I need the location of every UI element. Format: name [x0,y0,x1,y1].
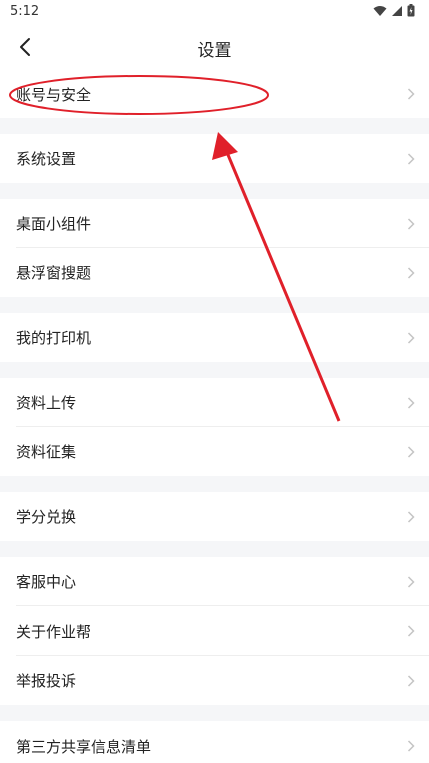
menu-item-label: 系统设置 [16,150,77,168]
menu-item-upload-materials[interactable]: 资料上传 [0,378,429,427]
menu-item-label: 学分兑换 [16,508,77,526]
menu-item-desktop-widget[interactable]: 桌面小组件 [0,199,429,248]
menu-item-label: 资料上传 [16,394,77,412]
chevron-right-icon [407,510,415,523]
chevron-right-icon [407,625,415,637]
chevron-right-icon [407,266,415,279]
chevron-right-icon [407,217,415,230]
menu-item-label: 悬浮窗搜题 [16,264,92,282]
chevron-right-icon [407,575,415,588]
menu-item-floating-search[interactable]: 悬浮窗搜题 [0,248,429,297]
chevron-right-icon [407,88,415,100]
menu-item-label: 资料征集 [16,443,77,461]
menu-item-label: 客服中心 [16,573,77,591]
battery-icon [407,4,415,17]
wifi-icon [373,5,387,16]
menu-item-report[interactable]: 举报投诉 [0,656,429,705]
menu-item-third-party[interactable]: 第三方共享信息清单 [0,721,429,763]
menu-item-system-settings[interactable]: 系统设置 [0,134,429,183]
status-bar: 5:12 [0,0,429,24]
menu-item-label: 账号与安全 [16,85,92,104]
menu-item-account-security[interactable]: 账号与安全 [0,70,429,118]
menu-item-label: 关于作业帮 [16,622,92,641]
menu-item-credit-exchange[interactable]: 学分兑换 [0,492,429,541]
chevron-right-icon [407,152,415,165]
menu-item-label: 第三方共享信息清单 [16,738,152,756]
chevron-right-icon [407,674,415,687]
menu-item-label: 举报投诉 [16,672,77,690]
page-title: 设置 [197,41,232,61]
menu-item-label: 我的打印机 [16,329,92,347]
chevron-right-icon [407,740,415,752]
status-icons [373,4,415,17]
chevron-right-icon [407,331,415,344]
menu-item-label: 桌面小组件 [16,215,92,233]
chevron-right-icon [407,396,415,409]
menu-item-my-printer[interactable]: 我的打印机 [0,313,429,362]
menu-item-collect-materials[interactable]: 资料征集 [0,427,429,476]
header: 设置 [0,24,429,70]
menu-item-about[interactable]: 关于作业帮 [0,606,429,656]
status-time: 5:12 [10,4,40,19]
menu-item-customer-service[interactable]: 客服中心 [0,557,429,606]
chevron-right-icon [407,445,415,458]
signal-icon [392,5,402,16]
